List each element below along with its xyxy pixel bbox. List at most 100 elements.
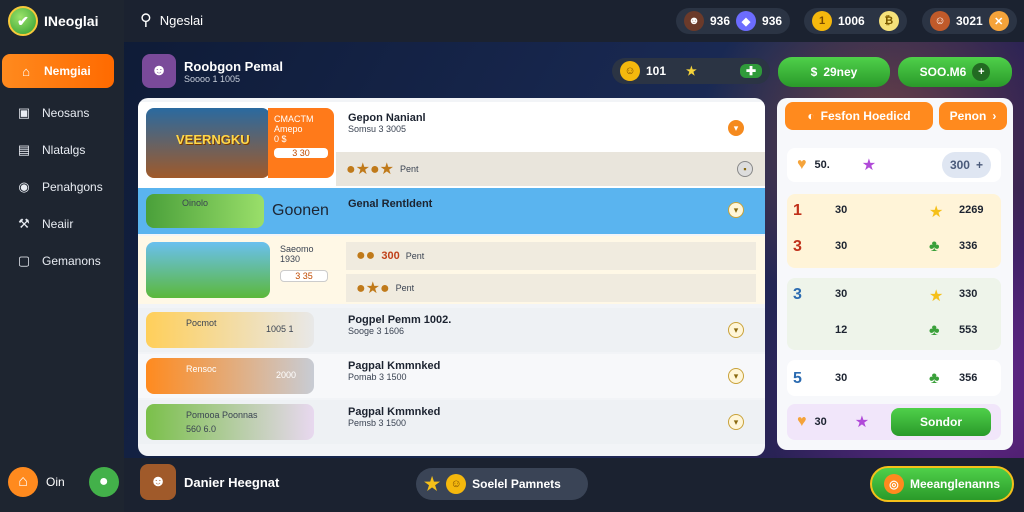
rank-number: 1: [793, 202, 802, 219]
brand-name: INeoglai: [44, 13, 99, 29]
reward-card[interactable]: 5 30 ♣ 356: [787, 360, 1001, 396]
sidebar-item-tools[interactable]: ⚒ Neaiir: [0, 207, 124, 241]
rewards-panel: ◐ Fesfon Hoedicd Penon › ♥ 50. ★ 300 + 1…: [777, 98, 1013, 450]
summary-card: ♥ 50. ★ 300 +: [787, 148, 1001, 182]
summary-pill[interactable]: 300 +: [941, 152, 991, 178]
player-header: ☻ Roobgon Pemal Soooo 1 1005: [142, 54, 283, 88]
footer-value: 30: [814, 416, 827, 428]
gems-counter[interactable]: ☻ 936 ◆ 936: [676, 8, 791, 34]
reward-strip: ●● 300 Pent: [346, 242, 756, 270]
sidebar-item-shop[interactable]: ▤ Nlatalgs: [0, 133, 124, 167]
player-avatar[interactable]: ☻: [142, 54, 176, 88]
game-title: Pagpal Kmmnked: [348, 406, 441, 418]
chevron-down-icon[interactable]: ▾: [728, 414, 744, 430]
star-icon: ★: [929, 288, 944, 305]
coins-counter[interactable]: 1 1006 ₿: [804, 8, 907, 34]
search-label: Ngeslai: [159, 12, 204, 28]
list-item-selected[interactable]: Oinolo Goonen Genal Rentldent ▾: [138, 188, 765, 234]
search-box[interactable]: ⚲ Ngeslai: [140, 10, 203, 30]
buy-button[interactable]: $ 29ney: [778, 57, 890, 87]
game-subtitle: Pomab 3 1500: [348, 372, 407, 382]
list-item[interactable]: Saeomo 1930 3 35 ●● 300 Pent ●★● Pent: [138, 236, 765, 304]
tab-rewards[interactable]: ◐ Fesfon Hoedicd: [785, 102, 933, 130]
coin-icon: ●★●★: [346, 161, 395, 178]
chevron-down-icon[interactable]: ▾: [728, 368, 744, 384]
chevron-down-icon[interactable]: ▾: [728, 322, 744, 338]
game-tag: Saeomo: [280, 244, 314, 254]
chevron-right-icon: ›: [992, 109, 997, 123]
close-icon[interactable]: ✕: [988, 11, 1009, 31]
tab-rewards-label: Fesfon Hoedicd: [820, 109, 911, 123]
game-tag-2: 560 6.0: [186, 424, 217, 434]
game-list-panel: VEERNGKU CMACTM Amepo 0 $ 3 30 Gepon Nan…: [138, 98, 765, 456]
reward-strip-2: ●★● Pent: [346, 274, 756, 302]
reward-card[interactable]: 3 30 12 ★ ♣ 330 553: [787, 278, 1001, 350]
price-tag[interactable]: 3 35: [280, 270, 328, 282]
smile-icon: ☺: [620, 61, 640, 81]
game-thumbnail: Oinolo: [146, 194, 264, 228]
reward-label: Pent: [405, 251, 425, 261]
avatar: ☻: [684, 11, 704, 31]
stars-icon: ★: [686, 64, 697, 78]
game-title: Pagpal Kmmnked: [348, 360, 441, 372]
brand[interactable]: ✔ INeoglai: [8, 6, 98, 36]
bottom-profile[interactable]: ☻ Danier Heegnat: [140, 464, 279, 500]
game-thumbnail: Pomooa Poonnas 560 6.0: [146, 404, 314, 440]
smile-icon: ☺: [446, 474, 467, 494]
chevron-down-icon[interactable]: ▾: [728, 202, 744, 218]
tab-other[interactable]: Penon ›: [939, 102, 1007, 130]
summary-value: 50.: [814, 159, 830, 171]
game-info: Pogpel Pemm 1002. Sooge 3 1606: [348, 314, 451, 336]
plus-icon[interactable]: ✚: [739, 64, 762, 78]
sidebar-item-home[interactable]: ⌂ Nemgiai: [2, 54, 114, 88]
heart-icon: ♥: [797, 413, 807, 430]
sidebar-bottom: ⌂ Oin ●: [8, 467, 119, 497]
chevron-icon[interactable]: ▪: [737, 161, 753, 177]
list-item[interactable]: Pomooa Poonnas 560 6.0 Pagpal Kmmnked Pe…: [138, 400, 765, 444]
sidebar-item-label: Neosans: [42, 106, 90, 120]
gems-value: 936: [710, 14, 731, 28]
reward-card[interactable]: 1 3 30 30 ★ ♣ 2269 336: [787, 194, 1001, 268]
play-icon: ◎: [883, 474, 904, 494]
reward-strip: ●★●★ Pent ▪: [336, 152, 765, 186]
game-tag-box: CMACTM Amepo 0 $ 3 30: [268, 108, 334, 178]
tools-icon: ⚒: [18, 216, 30, 231]
star-icon: ●★●: [356, 280, 390, 297]
badge-icon[interactable]: ₿: [878, 11, 899, 31]
sidebar-item-bag[interactable]: ▣ Neosans: [0, 96, 124, 130]
rank-number: 5: [793, 370, 802, 387]
list-item[interactable]: Pocmot 1005 1 Pogpel Pemm 1002. Sooge 3 …: [138, 308, 765, 352]
sidebar-item-settings[interactable]: ▢ Gemanons: [0, 244, 124, 278]
balance-button[interactable]: SOO.M6 +: [898, 57, 1012, 87]
submit-button[interactable]: Sondor: [891, 408, 991, 436]
social-label: Soelel Pamnets: [472, 477, 561, 491]
chevron-down-icon[interactable]: ▾: [728, 120, 744, 136]
price-tag[interactable]: 3 30: [274, 148, 328, 158]
dollar-icon: $: [810, 65, 818, 79]
sidebar-item-label: Nlatalgs: [42, 143, 86, 157]
game-tag: Rensoc: [186, 364, 217, 374]
home-icon[interactable]: ⌂: [8, 467, 38, 497]
coins-value: 1006: [838, 14, 865, 28]
reward-value: 30: [835, 204, 848, 216]
reward-label: Pent: [400, 164, 419, 174]
game-tag-box: Saeomo 1930 3 35: [280, 244, 328, 282]
list-item[interactable]: Rensoc 2000 Pagpal Kmmnked Pomab 3 1500 …: [138, 354, 765, 398]
game-tag-2: 1930: [280, 254, 301, 264]
reward-value-2: 30: [835, 240, 848, 252]
play-button-label: Meeanglenanns: [909, 477, 1001, 491]
game-tag-2: 2000: [276, 370, 297, 380]
clover-icon: ♣: [929, 322, 940, 339]
sidebar-bottom-label: Oin: [46, 475, 65, 489]
play-button[interactable]: ◎ Meeanglenanns: [870, 466, 1014, 502]
game-title: Genal Rentldent: [348, 198, 433, 210]
player-sub: Soooo 1 1005: [184, 73, 241, 84]
gamepad-icon[interactable]: ●: [88, 467, 119, 497]
brand-logo-icon: ✔: [8, 6, 38, 36]
social-button[interactable]: ★ ☺ Soelel Pamnets: [416, 468, 588, 500]
level-counter[interactable]: ☺ 3021 ✕: [922, 8, 1017, 34]
game-subtitle: Somsu 3 3005: [348, 124, 407, 134]
sidebar-item-compass[interactable]: ◉ Penahgons: [0, 170, 124, 204]
tag-icon: ◐: [807, 109, 815, 123]
reward-amount-2: 336: [959, 240, 978, 252]
